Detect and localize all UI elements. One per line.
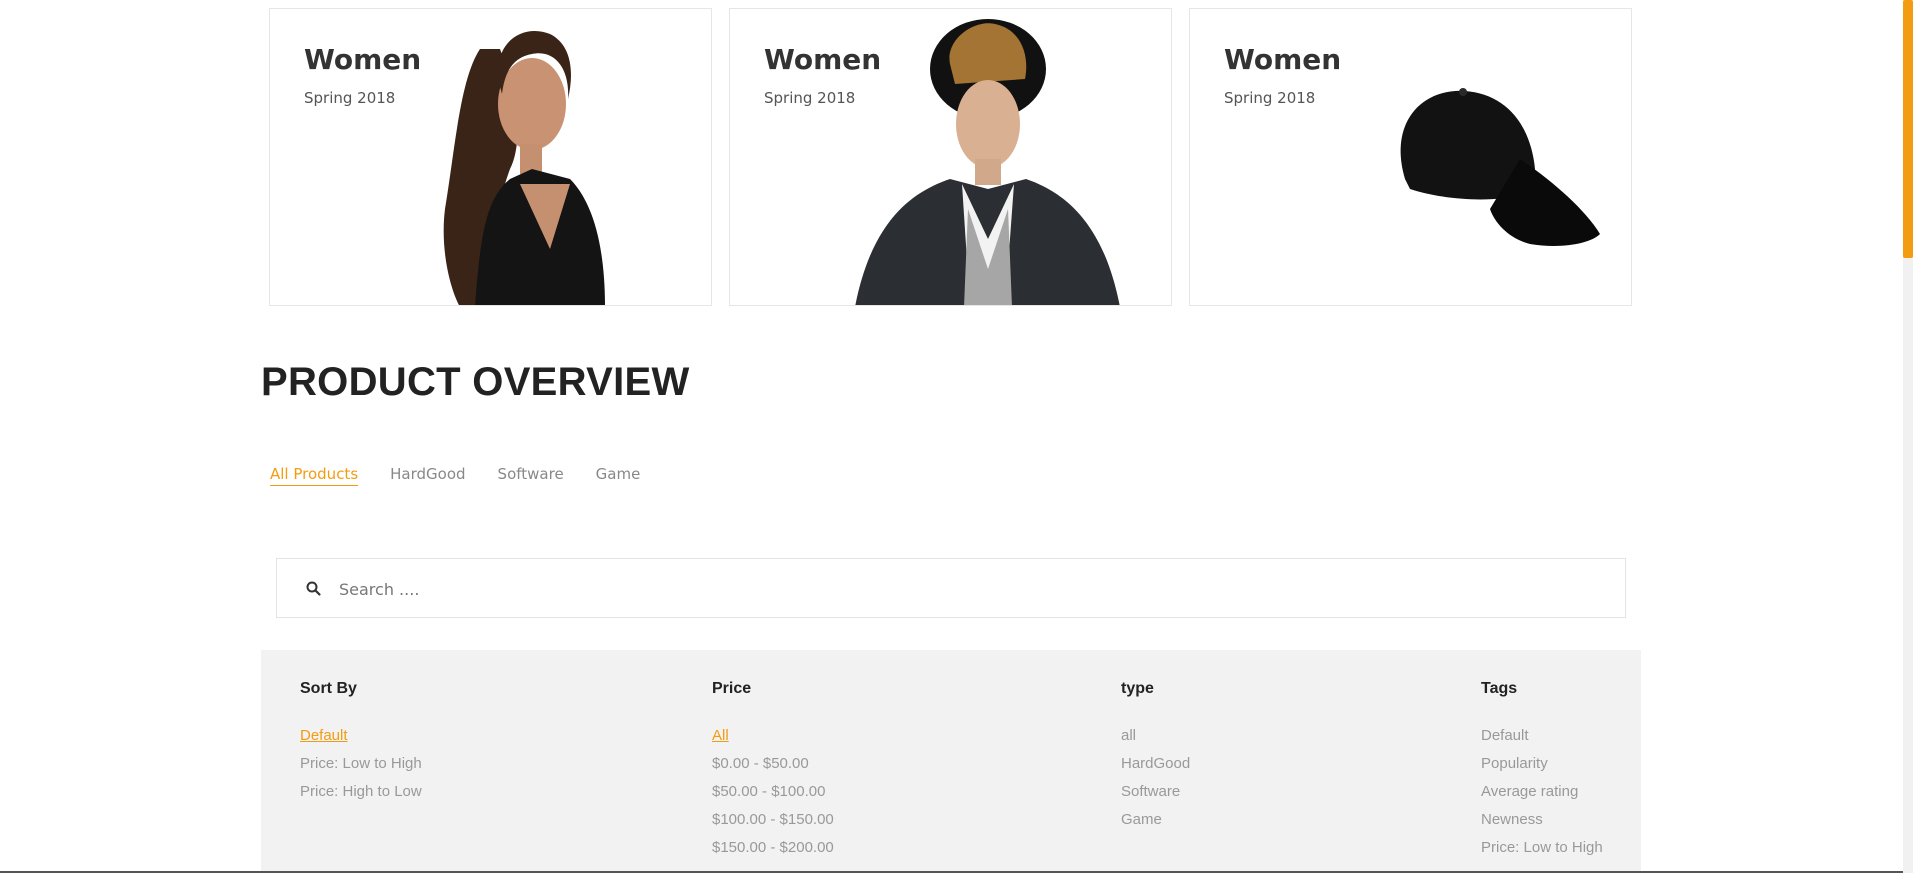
search-box <box>276 558 1626 618</box>
type-option-game[interactable]: Game <box>1121 806 1190 834</box>
banner-accessories[interactable]: Women Spring 2018 <box>1189 8 1632 306</box>
filter-panel: Sort By Default Price: Low to High Price… <box>261 650 1641 873</box>
tab-game[interactable]: Game <box>596 465 641 486</box>
banner-title: Women <box>304 43 422 76</box>
tab-all-products[interactable]: All Products <box>270 465 359 486</box>
tags-title: Tags <box>1481 680 1518 697</box>
sort-option-high-low[interactable]: Price: High to Low <box>300 778 422 806</box>
tags-column: Tags Default Popularity Average rating N… <box>1481 680 1603 862</box>
banner-men[interactable]: Women Spring 2018 <box>729 8 1172 306</box>
sort-by-column: Sort By Default Price: Low to High Price… <box>300 680 422 806</box>
sort-by-title: Sort By <box>300 680 357 697</box>
price-option-100-150[interactable]: $100.00 - $150.00 <box>712 806 834 834</box>
price-column: Price All $0.00 - $50.00 $50.00 - $100.0… <box>712 680 834 862</box>
tag-option-average-rating[interactable]: Average rating <box>1481 778 1603 806</box>
price-option-0-50[interactable]: $0.00 - $50.00 <box>712 750 834 778</box>
price-option-all[interactable]: All <box>712 722 834 750</box>
tab-hardgood[interactable]: HardGood <box>390 465 465 486</box>
price-title: Price <box>712 680 752 697</box>
type-option-software[interactable]: Software <box>1121 778 1190 806</box>
tag-option-popularity[interactable]: Popularity <box>1481 750 1603 778</box>
price-option-50-100[interactable]: $50.00 - $100.00 <box>712 778 834 806</box>
tag-option-default[interactable]: Default <box>1481 722 1603 750</box>
price-option-150-200[interactable]: $150.00 - $200.00 <box>712 834 834 862</box>
sort-option-low-high[interactable]: Price: Low to High <box>300 750 422 778</box>
banner-title: Women <box>1224 43 1342 76</box>
filter-tabs: All Products HardGood Software Game <box>270 465 640 486</box>
type-option-all[interactable]: all <box>1121 722 1190 750</box>
banner-subtitle: Spring 2018 <box>764 89 856 107</box>
scrollbar-thumb[interactable] <box>1903 0 1913 258</box>
tag-option-newness[interactable]: Newness <box>1481 806 1603 834</box>
banner-subtitle: Spring 2018 <box>304 89 396 107</box>
sort-option-default[interactable]: Default <box>300 722 422 750</box>
tab-software[interactable]: Software <box>498 465 564 486</box>
type-option-hardgood[interactable]: HardGood <box>1121 750 1190 778</box>
type-column: type all HardGood Software Game <box>1121 680 1190 834</box>
type-title: type <box>1121 680 1154 697</box>
tag-option-price-low-high[interactable]: Price: Low to High <box>1481 834 1603 862</box>
banner-subtitle: Spring 2018 <box>1224 89 1316 107</box>
banner-title: Women <box>764 43 882 76</box>
banner-women[interactable]: Women Spring 2018 <box>269 8 712 306</box>
search-input[interactable] <box>337 573 1541 605</box>
search-icon <box>306 581 321 596</box>
section-title: PRODUCT OVERVIEW <box>261 360 690 404</box>
